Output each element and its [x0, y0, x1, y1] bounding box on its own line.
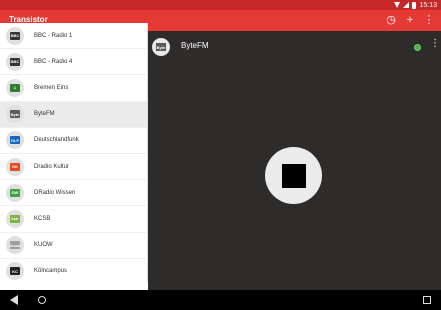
battery-icon — [412, 1, 417, 9]
station-name: Bremen Eins — [34, 84, 69, 91]
status-bar: 15:13 — [0, 0, 441, 10]
station-logo: DK — [6, 157, 24, 176]
home-button[interactable] — [38, 296, 46, 304]
station-logo: kuow — [6, 236, 24, 255]
station-logo: DLF — [6, 131, 24, 150]
station-logo: 1 — [6, 78, 24, 97]
recents-button[interactable] — [423, 296, 431, 304]
playback-status-indicator — [414, 44, 421, 51]
station-name: KCSB — [34, 215, 51, 222]
station-item[interactable]: ksb KCSB — [0, 206, 147, 233]
station-item[interactable]: 1 Bremen Eins — [0, 75, 147, 102]
station-item[interactable]: DLF Deutschlandfunk — [0, 128, 147, 154]
navigation-bar — [0, 290, 441, 310]
station-name: ByteFM — [34, 111, 55, 118]
station-name: Dradio Kultur — [34, 163, 70, 170]
player-overflow-menu-icon[interactable]: ⋮ — [430, 39, 440, 54]
station-item[interactable]: KC Kölncampus — [0, 259, 147, 282]
player-panel: Byte ByteFM ⋮ — [148, 31, 441, 290]
station-item[interactable]: DK Dradio Kultur — [0, 154, 147, 181]
playback-toggle-button[interactable] — [265, 147, 322, 204]
app-bar-actions: ◷ + ⋮ — [385, 13, 435, 28]
station-name: Kölncampus — [34, 268, 68, 275]
station-name: KUOW — [34, 242, 53, 249]
station-logo: BBC — [6, 26, 24, 45]
station-logo: DW — [6, 183, 24, 202]
station-list[interactable]: BBC BBC - Radio 1 BBC BBC - Radio 4 1 Br… — [0, 23, 148, 282]
station-name: DRadio Wissen — [34, 189, 76, 196]
station-logo: BBC — [6, 52, 24, 71]
player-station-logo: Byte — [152, 38, 170, 56]
station-item-selected[interactable]: Byte ByteFM — [0, 101, 147, 128]
station-name: BBC - Radio 1 — [34, 32, 73, 39]
status-icons: 15:13 — [394, 0, 437, 10]
nav-right — [423, 296, 431, 304]
signal-icon — [403, 2, 410, 8]
station-item[interactable]: BBC BBC - Radio 4 — [0, 49, 147, 76]
back-button[interactable] — [10, 295, 18, 305]
timer-icon[interactable]: ◷ — [385, 15, 397, 27]
station-logo: ksb — [6, 209, 24, 228]
station-name: BBC - Radio 4 — [34, 58, 73, 65]
wifi-icon — [394, 2, 401, 8]
status-time: 15:13 — [419, 1, 437, 9]
station-item[interactable]: DW DRadio Wissen — [0, 180, 147, 207]
add-icon[interactable]: + — [404, 15, 416, 27]
nav-left — [10, 295, 46, 305]
station-item[interactable]: BBC BBC - Radio 1 — [0, 23, 147, 50]
station-item[interactable]: kuow KUOW — [0, 233, 147, 259]
overflow-menu-icon[interactable]: ⋮ — [423, 15, 435, 27]
station-name: Deutschlandfunk — [34, 137, 79, 144]
station-logo: Byte — [6, 105, 24, 124]
station-logo: KC — [6, 262, 24, 281]
player-station-name: ByteFM — [181, 41, 209, 50]
stop-icon — [281, 163, 306, 188]
